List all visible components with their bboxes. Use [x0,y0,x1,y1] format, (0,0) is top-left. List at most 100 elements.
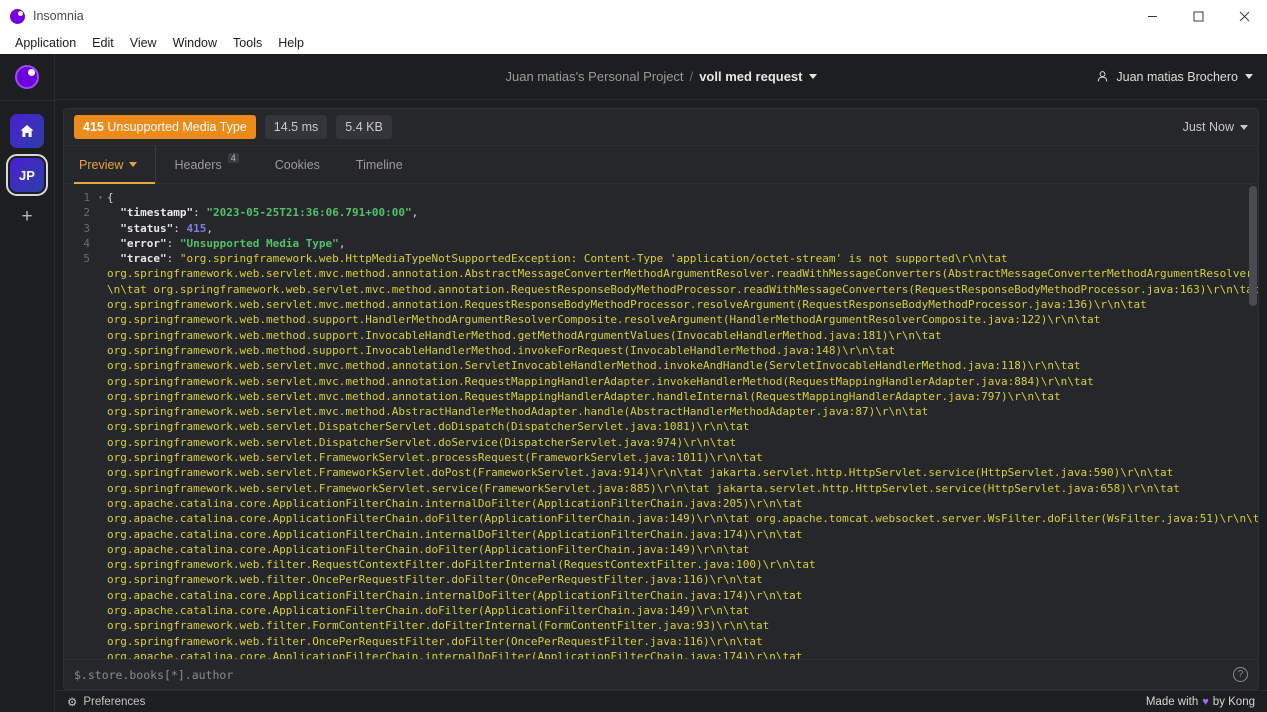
question-mark-icon[interactable]: ? [1233,667,1248,682]
line-number [64,297,98,312]
line-number [64,496,98,511]
window-titlebar: Insomnia [0,0,1267,32]
add-workspace-button[interactable]: + [10,202,44,232]
code-line-text: org.springframework.web.servlet.mvc.meth… [107,359,1081,373]
code-line: org.springframework.web.filter.FormConte… [64,618,1258,633]
line-number: 5 [83,252,90,266]
code-line-text: org.springframework.web.servlet.Dispatch… [107,435,737,449]
response-panel: 415 Unsupported Media Type 14.5 ms 5.4 K… [63,108,1259,690]
app-header: Juan matias's Personal Project / voll me… [55,54,1267,100]
code-line-text: org.springframework.web.filter.FormConte… [107,619,770,633]
minimize-button[interactable] [1129,0,1175,32]
made-with-prefix: Made with [1145,695,1199,708]
code-line: 4 "error": "Unsupported Media Type", [64,236,1258,251]
code-line-text: org.springframework.web.servlet.Framewor… [107,466,1174,480]
code-line-text: "error": "Unsupported Media Type", [120,236,346,250]
code-line-text: org.springframework.web.method.support.I… [107,343,896,357]
person-icon [1098,71,1108,82]
workspace-avatar[interactable]: JP [6,154,48,196]
made-with-kong: Made with ♥ by Kong [1146,696,1255,708]
preferences-button[interactable]: ⚙ Preferences [67,695,145,709]
breadcrumb-request[interactable]: voll med request [699,69,802,84]
jsonpath-filter-input[interactable] [74,667,1233,682]
tab-headers[interactable]: Headers 4 [156,146,256,183]
menu-item-application[interactable]: Application [8,34,83,52]
workspace-initials: JP [19,167,35,183]
home-icon[interactable] [10,114,44,148]
line-number [64,312,98,327]
insomnia-logo-icon[interactable] [15,65,39,89]
menu-item-edit[interactable]: Edit [85,34,121,52]
status-badge[interactable]: 415 Unsupported Media Type [74,115,256,139]
line-number [64,282,98,297]
fold-toggle-icon[interactable]: ▾ [98,190,107,205]
code-line-text: org.springframework.web.servlet.mvc.meth… [107,298,1147,312]
line-number: 2 [83,206,90,220]
tab-headers-badge: 4 [227,153,239,163]
response-size[interactable]: 5.4 KB [336,115,392,139]
menu-item-tools[interactable]: Tools [226,34,269,52]
account-menu[interactable]: Juan matias Brochero [1096,70,1253,84]
code-line-text: \n\tat org.springframework.web.servlet.m… [107,282,1258,296]
filter-bar: ? [64,659,1258,689]
tab-cookies[interactable]: Cookies [257,146,338,183]
titlebar-left: Insomnia [0,8,84,24]
code-line: org.springframework.web.method.support.I… [64,328,1258,343]
menu-item-view[interactable]: View [123,34,164,52]
rail-logo-wrap [0,54,54,100]
json-code-view[interactable]: 1 ▾{2 "timestamp": "2023-05-25T21:36:06.7… [64,184,1258,659]
code-line-text: org.springframework.web.filter.RequestCo… [107,558,816,572]
chevron-down-icon[interactable] [1245,74,1253,79]
line-number [64,465,98,480]
code-line-text: org.springframework.web.method.support.H… [107,313,1101,327]
code-line: org.springframework.web.servlet.Dispatch… [64,419,1258,434]
code-line: org.apache.catalina.core.ApplicationFilt… [64,527,1258,542]
tab-timeline[interactable]: Timeline [338,146,421,183]
response-time[interactable]: 14.5 ms [264,115,328,139]
tab-cookies-label: Cookies [274,157,320,172]
line-number [64,557,98,572]
code-line-text: org.apache.catalina.core.ApplicationFilt… [107,649,803,659]
menu-item-help[interactable]: Help [271,34,311,52]
response-history-dropdown[interactable]: Just Now [1183,120,1248,134]
code-line: org.springframework.web.servlet.mvc.meth… [64,374,1258,389]
code-line-text: { [107,191,114,204]
code-line: 5 "trace": "org.springframework.web.Http… [64,251,1258,266]
code-line-text: org.springframework.web.filter.OncePerRe… [107,573,763,587]
tab-preview[interactable]: Preview [74,146,157,184]
chevron-down-icon[interactable] [808,74,817,79]
code-line-text: org.springframework.web.servlet.Framewor… [107,451,763,465]
account-name: Juan matias Brochero [1116,69,1238,84]
vertical-scrollbar[interactable] [1249,186,1257,306]
app-body: JP + Juan matias's Personal Project / vo… [0,54,1267,712]
code-line-text: "timestamp": "2023-05-25T21:36:06.791+00… [120,206,419,220]
code-line: org.springframework.web.servlet.Framewor… [64,481,1258,496]
code-line-text: "status": 415, [120,221,213,235]
response-body-viewer[interactable]: 1 ▾{2 "timestamp": "2023-05-25T21:36:06.7… [64,184,1258,659]
code-line-text: org.apache.catalina.core.ApplicationFilt… [107,604,750,618]
status-text: Unsupported Media Type [107,120,247,134]
maximize-button[interactable] [1175,0,1221,32]
code-line: org.springframework.web.servlet.mvc.meth… [64,266,1258,281]
code-line: org.springframework.web.servlet.Dispatch… [64,435,1258,450]
chevron-down-icon [1240,124,1248,130]
chevron-down-icon[interactable] [129,162,138,167]
window-controls [1129,0,1267,32]
menu-item-window[interactable]: Window [166,34,224,52]
line-number [64,618,98,633]
code-line: org.springframework.web.filter.OncePerRe… [64,572,1258,587]
code-line-text: org.springframework.web.servlet.mvc.meth… [107,389,1061,403]
code-line: org.springframework.web.servlet.mvc.meth… [64,404,1258,419]
response-tabs: Preview Headers 4 Cookies Timeline [64,146,1258,184]
breadcrumb-project[interactable]: Juan matias's Personal Project [505,69,683,84]
close-button[interactable] [1221,0,1267,32]
